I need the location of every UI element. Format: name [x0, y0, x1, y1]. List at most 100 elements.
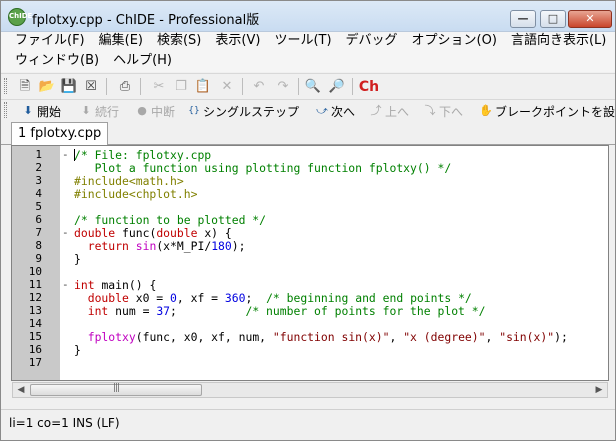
- code-token: x) {: [204, 226, 232, 240]
- code-token: (x*M_PI/: [156, 239, 212, 253]
- code-line[interactable]: #include<chplot.h>: [74, 187, 197, 201]
- code-token: "function sin(x)": [272, 330, 390, 344]
- cursor-position-status: li=1 co=1 INS (LF): [9, 416, 120, 430]
- stop-circle-icon: ●: [137, 104, 147, 117]
- open-folder-icon[interactable]: 📂: [37, 77, 57, 97]
- cut-icon[interactable]: ✂: [149, 77, 169, 97]
- menu-tools[interactable]: ツール(T): [267, 32, 338, 52]
- maximize-button[interactable]: □: [540, 10, 566, 28]
- line-number: 4: [35, 187, 42, 200]
- window-title: fplotxy.cpp - ChIDE - Professional版: [32, 13, 260, 28]
- debug-start-button[interactable]: ⬇ 開始: [21, 102, 61, 120]
- line-number: 3: [35, 174, 42, 187]
- menu-view[interactable]: 表示(V): [208, 32, 267, 52]
- step-icon: {}: [188, 106, 200, 116]
- toolbar-separator: [298, 78, 299, 95]
- toolbar-separator: [140, 78, 141, 95]
- menu-edit[interactable]: 編集(E): [92, 32, 150, 52]
- line-number: 7: [35, 226, 42, 239]
- chide-app-icon[interactable]: ChIDE: [8, 8, 33, 26]
- toolbar-separator: [242, 78, 243, 95]
- menu-search[interactable]: 検索(S): [150, 32, 208, 52]
- ch-run-button[interactable]: Ch: [357, 77, 381, 97]
- scroll-right-icon[interactable]: ▶: [591, 383, 607, 397]
- scroll-left-icon[interactable]: ◀: [13, 383, 29, 397]
- code-token: 0: [170, 291, 177, 305]
- toolbar-separator: [106, 78, 107, 95]
- code-line[interactable]: /* function to be plotted */: [74, 213, 266, 227]
- find-icon[interactable]: 🔍: [303, 77, 323, 97]
- fold-marker-icon[interactable]: -: [62, 226, 69, 239]
- debug-next-button[interactable]: ⤻ 次へ: [315, 102, 355, 120]
- code-line[interactable]: double x0 = 0, xf = 360; /* beginning an…: [74, 291, 472, 305]
- fold-marker-icon[interactable]: -: [62, 278, 69, 291]
- copy-icon[interactable]: ❐: [171, 77, 191, 97]
- debug-next-label: 次へ: [331, 104, 356, 119]
- debug-up-button[interactable]: ⤴ 上へ: [369, 102, 410, 120]
- debug-break-button[interactable]: ● 中断: [135, 102, 175, 120]
- undo-icon[interactable]: ↶: [249, 77, 269, 97]
- new-file-icon[interactable]: 🗎: [15, 77, 35, 97]
- tab-fplotxy[interactable]: 1 fplotxy.cpp: [11, 122, 108, 146]
- code-line[interactable]: }: [74, 343, 81, 357]
- code-line[interactable]: return sin(x*M_PI/180);: [74, 239, 246, 253]
- code-line[interactable]: fplotxy(func, x0, xf, num, "function sin…: [74, 330, 568, 344]
- toolbar-grip[interactable]: [4, 78, 7, 94]
- title-bar[interactable]: ChIDE fplotxy.cpp - ChIDE - Professional…: [1, 1, 615, 32]
- paste-icon[interactable]: 📋: [193, 77, 213, 97]
- step-over-icon: ⤻: [316, 104, 328, 117]
- find-replace-icon[interactable]: 🔎: [327, 77, 347, 97]
- code-line[interactable]: #include<math.h>: [74, 174, 184, 188]
- menu-row-2: ウィンドウ(B) ヘルプ(H): [8, 52, 179, 72]
- debug-continue-button[interactable]: ⬇ 続行: [79, 102, 119, 120]
- debug-breakpoint-button[interactable]: ✋ ブレークポイントを設: [479, 102, 615, 120]
- code-token: }: [74, 343, 81, 357]
- code-token: Plot a function using plotting function …: [74, 161, 452, 175]
- thumb-grip: |||: [112, 383, 120, 393]
- horizontal-scrollbar[interactable]: ◀ ||| ▶: [12, 382, 608, 398]
- debug-up-label: 上へ: [385, 104, 410, 119]
- code-line[interactable]: /* File: fplotxy.cpp: [74, 148, 211, 162]
- code-token: (func, x0, xf, num,: [135, 330, 273, 344]
- code-line[interactable]: }: [74, 252, 81, 266]
- code-line[interactable]: int num = 37; /* number of points for th…: [74, 304, 486, 318]
- menu-window[interactable]: ウィンドウ(B): [8, 52, 106, 72]
- code-line[interactable]: Plot a function using plotting function …: [74, 161, 452, 175]
- code-token: x0 =: [135, 291, 171, 305]
- fold-marker-icon[interactable]: -: [62, 148, 69, 161]
- print-icon[interactable]: ⎙: [115, 77, 135, 97]
- menu-debug[interactable]: デバッグ: [339, 32, 405, 52]
- redo-icon[interactable]: ↷: [273, 77, 293, 97]
- menu-language[interactable]: 言語向き表示(L): [504, 32, 613, 52]
- debug-down-button[interactable]: ⤵ 下へ: [423, 102, 464, 120]
- text-caret: [74, 149, 75, 161]
- line-number-gutter[interactable]: 1 2 3 4 5 6 7 8 9 10 11 12 13 14 15 16 17: [12, 146, 60, 380]
- status-bar: li=1 co=1 INS (LF): [1, 409, 615, 440]
- minimize-button[interactable]: —: [510, 10, 536, 28]
- scroll-thumb[interactable]: |||: [30, 383, 202, 396]
- chide-window: ChIDE fplotxy.cpp - ChIDE - Professional…: [0, 0, 616, 441]
- code-line[interactable]: double func(double x) {: [74, 226, 232, 240]
- code-token: /* number of points for the plot */: [245, 304, 486, 318]
- menu-help[interactable]: ヘルプ(H): [106, 52, 179, 72]
- menu-options[interactable]: オプション(O): [405, 32, 504, 52]
- save-icon[interactable]: 💾: [59, 77, 79, 97]
- line-number: 1: [35, 148, 42, 161]
- line-number: 9: [35, 252, 42, 265]
- code-editor[interactable]: 1 2 3 4 5 6 7 8 9 10 11 12 13 14 15 16 17 - - -/* File: fp…: [11, 145, 609, 381]
- menu-file[interactable]: ファイル(F): [8, 32, 92, 52]
- toolbar-grip[interactable]: [4, 102, 7, 118]
- close-file-icon[interactable]: ☒: [81, 77, 101, 97]
- delete-icon[interactable]: ✕: [217, 77, 237, 97]
- debug-single-step-button[interactable]: {} シングルステップ: [187, 102, 299, 120]
- line-number: 11: [28, 278, 42, 291]
- code-token: ;: [170, 304, 246, 318]
- code-line[interactable]: int main() {: [74, 278, 156, 292]
- main-toolbar: 🗎 📂 💾 ☒ ⎙ ✂ ❐ 📋 ✕ ↶ ↷ 🔍 🔎 Ch: [1, 73, 615, 99]
- maximize-icon: □: [547, 12, 559, 25]
- close-button[interactable]: ✕: [568, 10, 612, 28]
- code-token: double: [87, 291, 136, 305]
- app-icon-text: ChIDE: [9, 12, 33, 20]
- debug-break-label: 中断: [151, 104, 176, 119]
- code-token: ,: [485, 330, 500, 344]
